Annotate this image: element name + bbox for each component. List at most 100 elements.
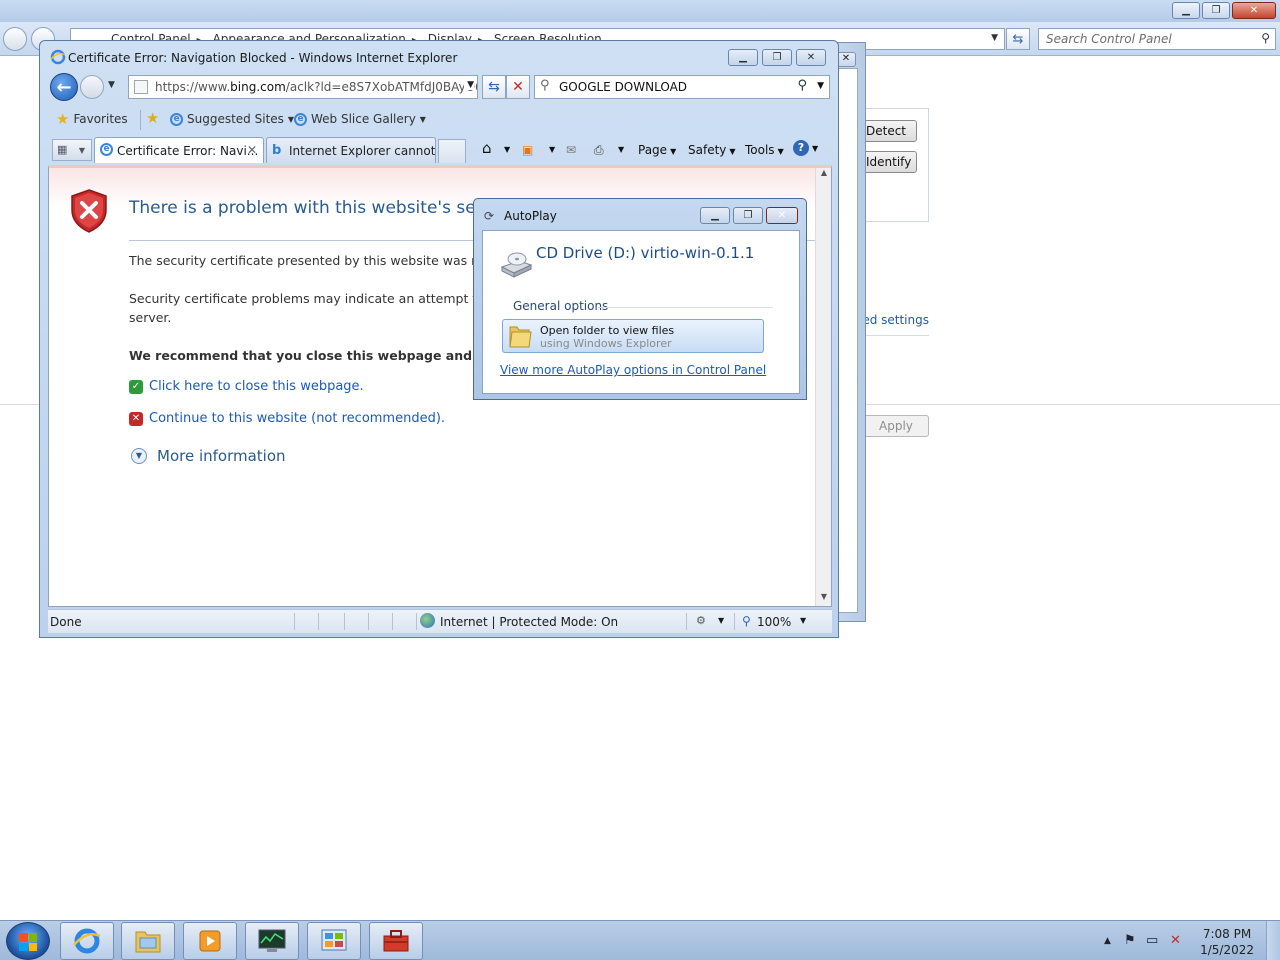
scroll-up-arrow-icon[interactable]: ▲ — [816, 168, 831, 184]
red-shield-x-icon: ✕ — [129, 411, 143, 426]
ie-page-icon: e — [100, 143, 113, 156]
tools-menu[interactable]: Tools ▼ — [745, 143, 784, 157]
safety-menu[interactable]: Safety ▼ — [688, 143, 736, 157]
autoplay-close-button[interactable]: ✕ — [766, 207, 798, 224]
page-menu[interactable]: Page ▼ — [638, 143, 676, 157]
search-options-dropdown-icon[interactable]: ▼ — [817, 81, 824, 91]
favorites-button[interactable]: ★ Favorites — [56, 110, 128, 128]
show-hidden-icons-icon[interactable]: ▲ — [1104, 936, 1111, 946]
forward-button[interactable] — [80, 75, 104, 99]
taskbar-internet-explorer[interactable] — [60, 922, 114, 960]
help-icon[interactable]: ? ▼ — [793, 140, 818, 156]
home-icon[interactable]: ⌂ — [482, 139, 492, 157]
clock[interactable]: 7:08 PM 1/5/2022 — [1200, 926, 1254, 958]
status-bar: Done Internet | Protected Mode: On ⚙ ▼ ⚲… — [48, 609, 832, 633]
ie-search-input[interactable]: ⚲ GOOGLE DOWNLOAD ⚲ ▼ — [534, 75, 830, 99]
taskbar-control-panel[interactable] — [307, 922, 361, 960]
ie-maximize-button[interactable]: ❐ — [762, 49, 792, 66]
network-icon[interactable]: ▭ — [1146, 933, 1158, 948]
continue-to-website-link[interactable]: ✕ Continue to this website (not recommen… — [129, 411, 445, 426]
page-icon — [134, 80, 148, 94]
show-desktop-button[interactable] — [1266, 921, 1280, 960]
tab-bar: ▦ ▼ e Certificate Error: Navi... ✕ b Int… — [46, 137, 832, 163]
print-dropdown-icon[interactable]: ▼ — [618, 145, 624, 154]
add-favorite-star-icon: ★ — [146, 109, 160, 127]
read-mail-icon[interactable]: ✉ — [566, 143, 576, 157]
ie-close-button[interactable]: ✕ — [796, 49, 826, 66]
detect-button[interactable]: Detect — [862, 120, 917, 142]
close-webpage-label: Click here to close this webpage. — [149, 379, 364, 394]
cd-drive-title: CD Drive (D:) virtio-win-0.1.1 — [536, 244, 755, 262]
print-icon[interactable]: ⎙ — [594, 143, 604, 158]
home-dropdown-icon[interactable]: ▼ — [504, 145, 510, 154]
taskbar-windows-explorer[interactable] — [121, 922, 175, 960]
suggested-sites-button[interactable]: e Suggested Sites ▼ — [170, 112, 294, 126]
taskbar-media-player[interactable] — [183, 922, 237, 960]
refresh-icon[interactable]: ⇆ — [482, 75, 506, 99]
new-tab-button[interactable] — [438, 139, 466, 163]
address-dropdown-icon[interactable]: ▼ — [464, 80, 474, 90]
ie-window-title: Certificate Error: Navigation Blocked - … — [68, 51, 458, 65]
taskbar-toolbox-app[interactable] — [369, 922, 423, 960]
address-prefix: https://www. — [155, 80, 231, 94]
search-provider-icon: ⚲ — [540, 78, 550, 93]
star-icon: ★ — [56, 110, 70, 128]
control-panel-titlebar: ▁ ❐ ✕ — [0, 0, 1280, 22]
close-tab-icon[interactable]: ✕ — [247, 143, 257, 157]
cp-maximize-button[interactable]: ❐ — [1202, 2, 1230, 19]
general-options-heading: General options — [513, 299, 609, 313]
recent-pages-dropdown-icon[interactable]: ▼ — [108, 80, 115, 90]
feeds-dropdown-icon[interactable]: ▼ — [549, 145, 555, 154]
apply-button[interactable]: Apply — [862, 415, 929, 437]
tab-label: Certificate Error: Navi... — [117, 144, 259, 158]
cp-close-button[interactable]: ✕ — [1232, 2, 1276, 19]
more-information-expander[interactable]: ▼ More information — [131, 447, 286, 465]
autoplay-body: CD Drive (D:) virtio-win-0.1.1 General o… — [482, 230, 800, 394]
more-autoplay-options-link[interactable]: View more AutoPlay options in Control Pa… — [500, 363, 766, 377]
start-button[interactable] — [6, 922, 50, 960]
cp-search-placeholder: Search Control Panel — [1046, 32, 1172, 46]
green-shield-check-icon: ✓ — [129, 379, 143, 394]
autoplay-maximize-button[interactable]: ❐ — [733, 207, 763, 224]
open-folder-option[interactable]: Open folder to view files using Windows … — [502, 319, 764, 353]
add-to-favorites-bar-button[interactable]: ★ — [146, 109, 160, 127]
security-zone-text[interactable]: Internet | Protected Mode: On — [440, 615, 618, 629]
cp-search-input[interactable]: Search Control Panel ⚲ — [1038, 28, 1276, 50]
tab-ie-cannot-display[interactable]: b Internet Explorer cannot ... — [266, 137, 436, 163]
taskbar-task-manager[interactable] — [245, 922, 299, 960]
search-icon: ⚲ — [1261, 31, 1270, 45]
back-button[interactable]: ← — [50, 73, 78, 101]
chevron-down-icon[interactable]: ▼ — [718, 616, 724, 625]
ie-minimize-button[interactable]: ▁ — [728, 49, 758, 66]
cp-minimize-button[interactable]: ▁ — [1172, 2, 1200, 19]
cp-back-button[interactable] — [3, 27, 27, 51]
zoom-level[interactable]: 100% — [757, 615, 791, 629]
windows-logo-icon — [19, 933, 37, 951]
open-folder-label: Open folder to view files — [540, 324, 675, 337]
close-webpage-link[interactable]: ✓ Click here to close this webpage. — [129, 379, 364, 394]
quick-tabs-button[interactable]: ▦ ▼ — [52, 139, 92, 161]
popup-settings-icon[interactable]: ⚙ — [696, 614, 706, 627]
status-text: Done — [50, 615, 82, 629]
autoplay-title-icon: ⟳ — [484, 209, 495, 223]
background-close-button[interactable]: ✕ — [836, 52, 856, 67]
monitor-graph-icon — [258, 929, 286, 952]
scroll-down-arrow-icon[interactable]: ▼ — [816, 592, 831, 606]
cp-refresh-button[interactable]: ⇆ — [1006, 28, 1030, 50]
search-icon[interactable]: ⚲ — [797, 78, 807, 93]
vertical-scrollbar[interactable]: ▲ ▼ — [815, 168, 831, 606]
volume-muted-icon[interactable]: ✕ — [1170, 933, 1181, 948]
system-tray: ▲ ⚑ ▭ ✕ 7:08 PM 1/5/2022 — [1090, 921, 1280, 960]
zoom-dropdown-icon[interactable]: ▼ — [800, 616, 806, 625]
search-value: GOOGLE DOWNLOAD — [559, 80, 688, 94]
address-bar[interactable]: https://www.bing.com/aclk?ld=e8S7XobATMf… — [128, 75, 478, 99]
stop-icon[interactable]: ✕ — [506, 75, 530, 99]
feeds-icon[interactable]: ▣ — [522, 143, 533, 157]
identify-button[interactable]: Identify — [862, 151, 917, 173]
clock-time: 7:08 PM — [1202, 927, 1252, 941]
advanced-settings-link[interactable]: Advanced settings — [866, 313, 929, 327]
autoplay-minimize-button[interactable]: ▁ — [700, 207, 730, 224]
web-slice-gallery-button[interactable]: e Web Slice Gallery ▼ — [294, 112, 426, 126]
action-center-flag-icon[interactable]: ⚑ — [1124, 933, 1136, 948]
tab-certificate-error[interactable]: e Certificate Error: Navi... ✕ — [94, 137, 264, 163]
